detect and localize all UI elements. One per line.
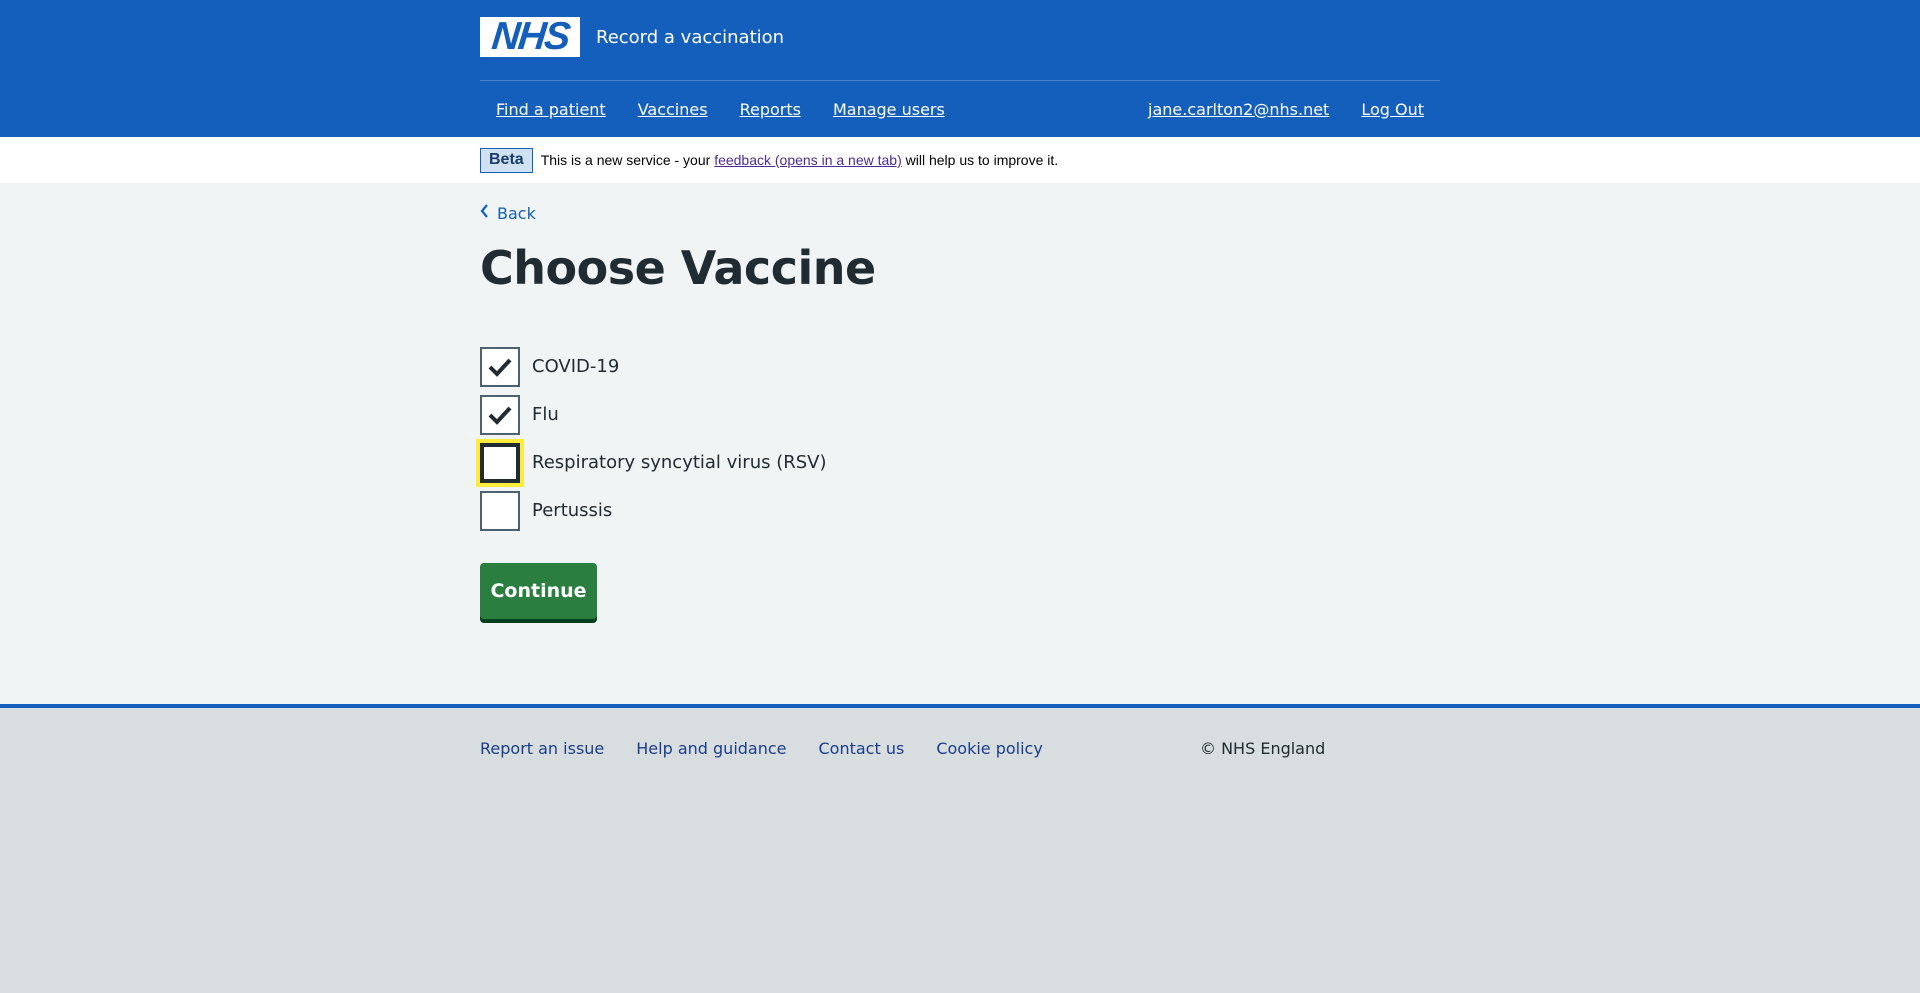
page-title: Choose Vaccine xyxy=(480,240,876,295)
footer-copyright: © NHS England xyxy=(1200,738,1326,758)
site-header: NHS Record a vaccination Find a patient … xyxy=(0,0,1920,137)
footer-cookie-policy[interactable]: Cookie policy xyxy=(936,739,1043,758)
vaccine-option-pertussis[interactable]: Pertussis xyxy=(480,490,1440,531)
checkbox-flu[interactable] xyxy=(480,394,520,435)
beta-text-before: This is a new service - your xyxy=(540,152,715,168)
checkbox-label[interactable]: Pertussis xyxy=(532,500,612,521)
footer-help-and-guidance[interactable]: Help and guidance xyxy=(636,739,786,758)
back-link[interactable]: Back xyxy=(480,204,536,223)
beta-message: This is a new service - your feedback (o… xyxy=(541,152,1058,168)
checkbox-pertussis[interactable] xyxy=(480,490,520,531)
feedback-link[interactable]: feedback (opens in a new tab) xyxy=(714,152,902,168)
checkbox-label[interactable]: COVID-19 xyxy=(532,356,619,377)
chevron-left-icon xyxy=(480,204,489,222)
vaccine-option-covid-19[interactable]: COVID-19 xyxy=(480,346,1440,387)
nav-find-a-patient[interactable]: Find a patient xyxy=(496,100,606,119)
nhs-logo-text: NHS xyxy=(489,15,571,58)
beta-text-after: will help us to improve it. xyxy=(901,152,1059,168)
nav-vaccines[interactable]: Vaccines xyxy=(638,100,708,119)
nav-reports[interactable]: Reports xyxy=(740,100,801,119)
nav-manage-users[interactable]: Manage users xyxy=(833,100,945,119)
main-content: Back Choose Vaccine COVID-19 Flu Respira… xyxy=(0,183,1920,704)
nav-user-email[interactable]: jane.carlton2@nhs.net xyxy=(1148,100,1329,119)
checkbox-covid-19[interactable] xyxy=(480,346,520,387)
nhs-logo[interactable]: NHS xyxy=(480,15,580,58)
vaccine-option-flu[interactable]: Flu xyxy=(480,394,1440,435)
nav-log-out[interactable]: Log Out xyxy=(1361,100,1424,119)
back-label: Back xyxy=(497,203,536,223)
service-name-link[interactable]: Record a vaccination xyxy=(596,27,784,48)
checkbox-rsv[interactable] xyxy=(480,442,520,483)
beta-tag: Beta xyxy=(480,147,533,173)
footer-contact-us[interactable]: Contact us xyxy=(819,739,905,758)
vaccine-option-rsv[interactable]: Respiratory syncytial virus (RSV) xyxy=(480,442,1440,483)
checkmark-icon xyxy=(488,358,512,377)
footer-report-an-issue[interactable]: Report an issue xyxy=(480,739,604,758)
beta-banner: Beta This is a new service - your feedba… xyxy=(0,137,1920,183)
vaccine-checkbox-group: COVID-19 Flu Respiratory syncytial virus… xyxy=(480,346,1440,531)
primary-navigation: Find a patient Vaccines Reports Manage u… xyxy=(480,81,1440,137)
checkmark-icon xyxy=(488,406,512,425)
checkbox-label[interactable]: Flu xyxy=(532,404,559,425)
continue-button[interactable]: Continue xyxy=(480,562,597,619)
checkbox-label[interactable]: Respiratory syncytial virus (RSV) xyxy=(532,452,827,473)
site-footer: Report an issue Help and guidance Contac… xyxy=(0,704,1920,993)
